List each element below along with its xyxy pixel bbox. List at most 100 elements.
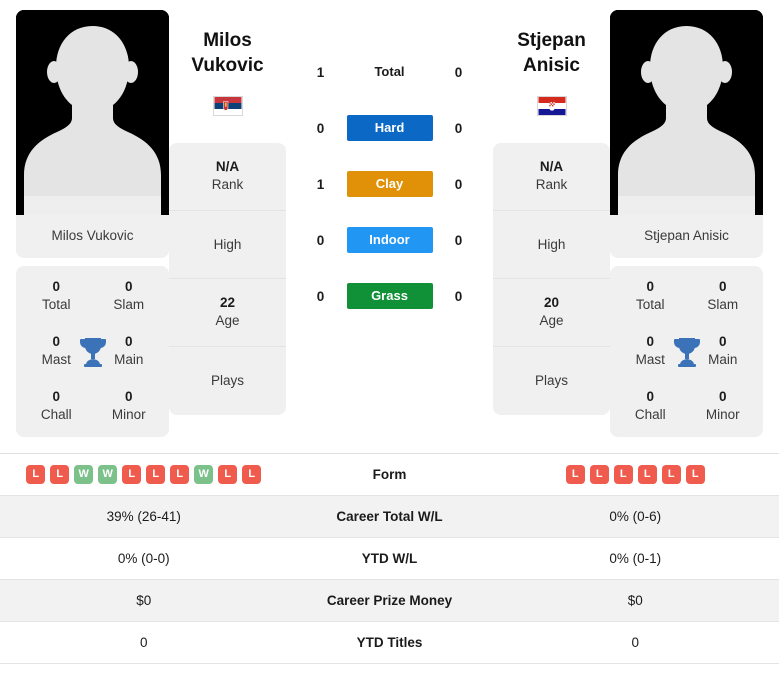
left-titles-chall-value: 0 <box>52 389 60 405</box>
left-info-rank-label: Rank <box>211 176 244 192</box>
right-titles-total-label: Total <box>635 296 665 312</box>
right-player-last-name: Anisic <box>522 55 581 77</box>
right-surface-grass-value: 0 <box>454 288 463 304</box>
right-info-plays: Plays <box>493 347 610 415</box>
form-badge-loss: L <box>637 465 657 485</box>
left-info-rank: N/A Rank <box>169 143 286 211</box>
right-info-age: 20 Age <box>493 279 610 348</box>
right-info-rank-value: N/A <box>539 159 564 174</box>
left-info-age-value: 22 <box>219 295 236 311</box>
right-titles-total: 0 Total <box>614 278 687 313</box>
comparison-stats-table: LLWWLLLWLL Form LLLLLL 39% (26-41) Caree… <box>0 453 779 665</box>
left-player-column: Milos Vukovic 0 Total 0 Slam 0 Mast 0 Ma… <box>16 10 169 438</box>
right-ytd-wl: 0% (0-1) <box>609 551 662 567</box>
form-badge-loss: L <box>26 465 46 485</box>
right-player-first-name: Stjepan <box>517 30 586 51</box>
player-comparison-page: Milos Vukovic 0 Total 0 Slam 0 Mast 0 Ma… <box>0 0 779 699</box>
left-player-photo <box>16 10 169 215</box>
flag-serbia-icon <box>212 96 243 116</box>
right-info-age-value: 20 <box>543 295 560 311</box>
form-badge-loss: L <box>50 465 70 485</box>
right-info-high: High <box>493 211 610 280</box>
right-player-photo-card[interactable]: Stjepan Anisic <box>610 10 763 258</box>
form-badge-loss: L <box>589 465 609 485</box>
right-form-cell: LLLLLL <box>492 455 779 494</box>
left-titles-slam: 0 Slam <box>93 278 166 313</box>
left-info-age: 22 Age <box>169 279 286 348</box>
left-surface-indoor-value: 0 <box>316 232 325 248</box>
left-surface-total-value: 1 <box>316 64 325 80</box>
table-row-career-prize-money: $0 Career Prize Money $0 <box>0 580 779 623</box>
right-player-titles-card: 0 Total 0 Slam 0 Mast 0 Main 0 Chall 0 M… <box>610 266 763 438</box>
form-badge-loss: L <box>170 465 190 485</box>
left-player-photo-card[interactable]: Milos Vukovic <box>16 10 169 258</box>
table-row-form: LLWWLLLWLL Form LLLLLL <box>0 454 779 497</box>
right-career-total-wl: 0% (0-6) <box>609 509 662 525</box>
table-label-ytd-wl: YTD W/L <box>361 551 418 567</box>
right-info-rank-label: Rank <box>535 176 568 192</box>
surface-label-grass[interactable]: Grass <box>346 283 433 309</box>
left-player-photo-caption: Milos Vukovic <box>51 228 134 243</box>
table-label-ytd-titles: YTD Titles <box>356 635 423 651</box>
left-info-high-label: High <box>213 236 242 252</box>
left-titles-total-label: Total <box>41 296 71 312</box>
form-badge-loss: L <box>685 465 705 485</box>
right-titles-minor-value: 0 <box>718 389 727 405</box>
trophy-icon <box>79 337 106 367</box>
left-info-high: High <box>169 211 286 280</box>
trophy-icon <box>673 337 700 367</box>
left-titles-chall-label: Chall <box>40 406 72 422</box>
left-player-first-name: Milos <box>203 30 252 51</box>
table-row-ytd-titles: 0 YTD Titles 0 <box>0 622 779 665</box>
table-row-career-total-wl: 39% (26-41) Career Total W/L 0% (0-6) <box>0 496 779 539</box>
right-titles-chall: 0 Chall <box>614 388 687 423</box>
right-info-age-label: Age <box>539 313 564 329</box>
left-surface-grass-value: 0 <box>316 288 325 304</box>
surface-row-total: 1 Total 0 <box>292 58 487 86</box>
right-info-plays-label: Plays <box>534 373 568 389</box>
left-info-age-label: Age <box>215 313 240 329</box>
right-form-badges: LLLLLL <box>500 465 772 485</box>
left-player-info-column: Milos Vukovic N/A Rank High 22 Age Plays <box>169 10 286 415</box>
left-form-badges: LLWWLLLWLL <box>8 465 280 485</box>
form-badge-loss: L <box>122 465 142 485</box>
surface-label-clay[interactable]: Clay <box>346 171 433 197</box>
left-titles-minor: 0 Minor <box>93 388 166 423</box>
left-player-titles-card: 0 Total 0 Slam 0 Mast 0 Main 0 Chall 0 M… <box>16 266 169 438</box>
table-row-ytd-wl: 0% (0-0) YTD W/L 0% (0-1) <box>0 538 779 581</box>
left-info-plays: Plays <box>169 347 286 415</box>
left-ytd-wl: 0% (0-0) <box>117 551 170 567</box>
left-titles-total: 0 Total <box>20 278 93 313</box>
surface-label-hard[interactable]: Hard <box>346 115 433 141</box>
right-titles-chall-label: Chall <box>634 406 666 422</box>
right-surface-indoor-value: 0 <box>454 232 463 248</box>
right-player-photo-caption: Stjepan Anisic <box>644 228 729 243</box>
right-titles-chall-value: 0 <box>646 389 654 405</box>
right-player-column: Stjepan Anisic 0 Total 0 Slam 0 Mast 0 M… <box>610 10 763 438</box>
surface-row-hard: 0 Hard 0 <box>292 114 487 142</box>
right-career-prize-money: $0 <box>627 593 643 609</box>
right-ytd-titles: 0 <box>631 635 639 651</box>
flag-croatia-icon <box>536 96 567 116</box>
left-info-plays-label: Plays <box>210 373 244 389</box>
comparison-header: Milos Vukovic 0 Total 0 Slam 0 Mast 0 Ma… <box>0 0 779 438</box>
person-placeholder-icon <box>16 10 169 215</box>
left-player-info-card: N/A Rank High 22 Age Plays <box>169 143 286 415</box>
left-titles-minor-value: 0 <box>124 389 133 405</box>
left-titles-slam-label: Slam <box>113 296 145 312</box>
right-titles-slam-value: 0 <box>718 279 727 294</box>
form-badge-loss: L <box>218 465 238 485</box>
right-player-photo <box>610 10 763 215</box>
right-surface-hard-value: 0 <box>454 120 463 136</box>
surface-row-indoor: 0 Indoor 0 <box>292 226 487 254</box>
form-badge-loss: L <box>242 465 262 485</box>
surface-label-indoor[interactable]: Indoor <box>346 227 433 253</box>
left-surface-clay-value: 1 <box>316 176 325 192</box>
form-badge-loss: L <box>661 465 681 485</box>
right-player-info-column: Stjepan Anisic N/A Rank High 20 Age Play… <box>493 10 610 415</box>
left-info-rank-value: N/A <box>215 159 240 174</box>
form-badge-loss: L <box>613 465 633 485</box>
right-surface-clay-value: 0 <box>454 176 463 192</box>
left-player-name: Milos Vukovic <box>169 28 286 88</box>
left-ytd-titles: 0 <box>139 635 148 651</box>
